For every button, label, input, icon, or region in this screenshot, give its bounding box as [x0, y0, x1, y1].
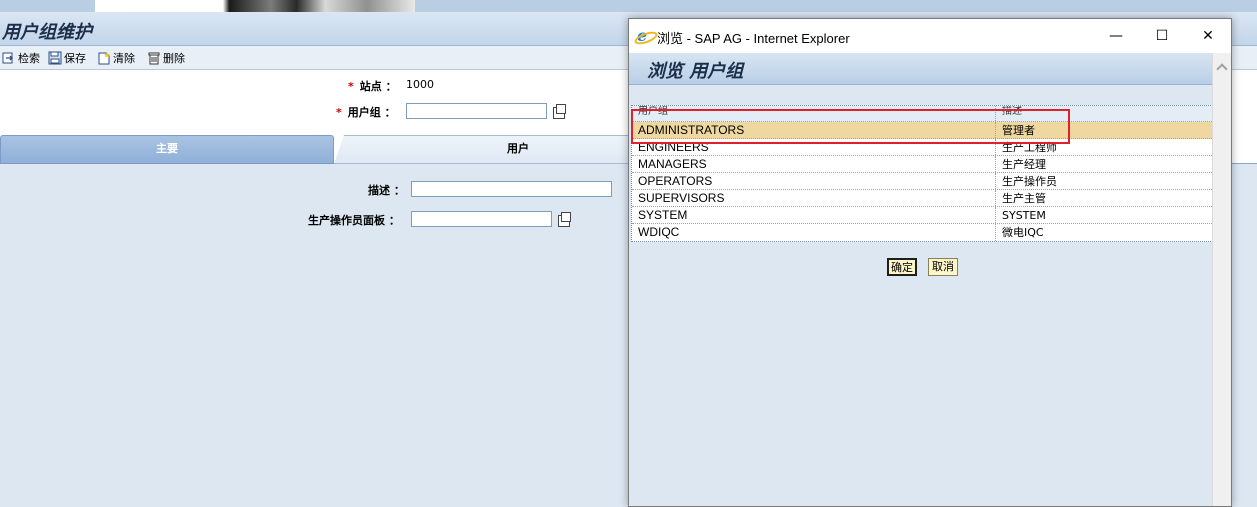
table-header-row: 用户组 描述 — [632, 106, 1212, 122]
table-row[interactable]: SYSTEM SYSTEM — [632, 207, 1212, 224]
delete-label: 删除 — [163, 52, 185, 65]
top-banner — [0, 0, 1257, 12]
save-button[interactable]: 保存 — [48, 50, 86, 66]
table-row[interactable]: ENGINEERS 生产工程师 — [632, 139, 1212, 156]
popup-heading: 浏览 用户组 — [647, 61, 744, 82]
description-cell[interactable]: 生产工程师 — [996, 139, 1212, 155]
description-label: 描述 ： — [368, 184, 405, 197]
tab-main-label: 主要 — [156, 142, 178, 155]
column-header-user-group[interactable]: 用户组 — [632, 106, 996, 121]
trash-icon — [148, 52, 160, 65]
browse-popup-window: e 浏览 - SAP AG - Internet Explorer — ☐ ✕ … — [628, 18, 1232, 507]
maximize-button[interactable]: ☐ — [1139, 19, 1185, 53]
user-group-input[interactable] — [406, 103, 547, 119]
description-cell[interactable]: 生产经理 — [996, 156, 1212, 172]
clear-button[interactable]: 清除 — [97, 50, 135, 66]
retrieve-button[interactable]: 检索 — [2, 50, 40, 66]
group-cell[interactable]: OPERATORS — [632, 173, 996, 189]
new-document-icon — [98, 52, 110, 65]
group-cell[interactable]: ENGINEERS — [632, 139, 996, 155]
scroll-up-arrow-icon[interactable] — [1216, 61, 1228, 73]
group-cell[interactable]: SYSTEM — [632, 207, 996, 223]
panel-input[interactable] — [411, 211, 552, 227]
table-row[interactable]: WDIQC 微电IQC — [632, 224, 1212, 241]
ok-button[interactable]: 确定 — [887, 258, 917, 276]
banner-image — [95, 0, 415, 12]
group-cell[interactable]: WDIQC — [632, 224, 996, 241]
delete-button[interactable]: 删除 — [147, 50, 185, 66]
cancel-button[interactable]: 取消 — [928, 258, 958, 276]
table-row[interactable]: SUPERVISORS 生产主管 — [632, 190, 1212, 207]
save-label: 保存 — [64, 52, 86, 65]
required-mark: * — [348, 80, 354, 93]
description-cell[interactable]: 管理者 — [996, 122, 1212, 138]
site-label-text: 站点 ： — [359, 80, 397, 93]
description-cell[interactable]: 生产操作员 — [996, 173, 1212, 189]
user-group-label-text: 用户组 ： — [347, 106, 396, 119]
group-cell[interactable]: ADMINISTRATORS — [632, 122, 996, 138]
popup-header: 浏览 用户组 — [629, 53, 1212, 85]
tab-main[interactable]: 主要 — [0, 135, 334, 164]
minimize-button[interactable]: — — [1093, 19, 1139, 53]
site-label: * 站点 ： — [348, 78, 397, 94]
popup-window-title: 浏览 - SAP AG - Internet Explorer — [657, 31, 850, 46]
internet-explorer-icon: e — [637, 28, 653, 44]
clear-label: 清除 — [113, 52, 135, 65]
table-row[interactable]: ADMINISTRATORS 管理者 — [632, 122, 1212, 139]
table-row[interactable]: MANAGERS 生产经理 — [632, 156, 1212, 173]
popup-titlebar: e 浏览 - SAP AG - Internet Explorer — ☐ ✕ — [629, 19, 1231, 53]
retrieve-label: 检索 — [18, 52, 40, 65]
description-cell[interactable]: SYSTEM — [996, 207, 1212, 223]
floppy-disk-icon — [48, 51, 62, 65]
table-row[interactable]: OPERATORS 生产操作员 — [632, 173, 1212, 190]
vertical-scrollbar[interactable] — [1212, 53, 1231, 506]
tab-user[interactable]: 用户 — [334, 135, 634, 164]
group-cell[interactable]: SUPERVISORS — [632, 190, 996, 206]
user-group-label: * 用户组 ： — [336, 104, 396, 120]
page-title: 用户组维护 — [2, 22, 92, 43]
description-cell[interactable]: 微电IQC — [996, 224, 1212, 241]
popup-body: 浏览 用户组 用户组 描述 ADMINISTRATORS 管理者 ENGINEE… — [629, 53, 1231, 506]
lookup-icon[interactable] — [558, 212, 571, 227]
description-input[interactable] — [411, 181, 612, 197]
group-cell[interactable]: MANAGERS — [632, 156, 996, 172]
required-mark: * — [336, 106, 342, 119]
tab-user-label: 用户 — [507, 142, 529, 155]
lookup-icon[interactable] — [553, 104, 566, 119]
description-cell[interactable]: 生产主管 — [996, 190, 1212, 206]
retrieve-icon — [2, 52, 13, 64]
column-header-description[interactable]: 描述 — [996, 106, 1212, 121]
user-group-table: 用户组 描述 ADMINISTRATORS 管理者 ENGINEERS 生产工程… — [631, 105, 1213, 242]
site-value: 1000 — [406, 78, 434, 91]
close-button[interactable]: ✕ — [1185, 19, 1231, 53]
panel-label: 生产操作员面板 ： — [308, 214, 400, 227]
